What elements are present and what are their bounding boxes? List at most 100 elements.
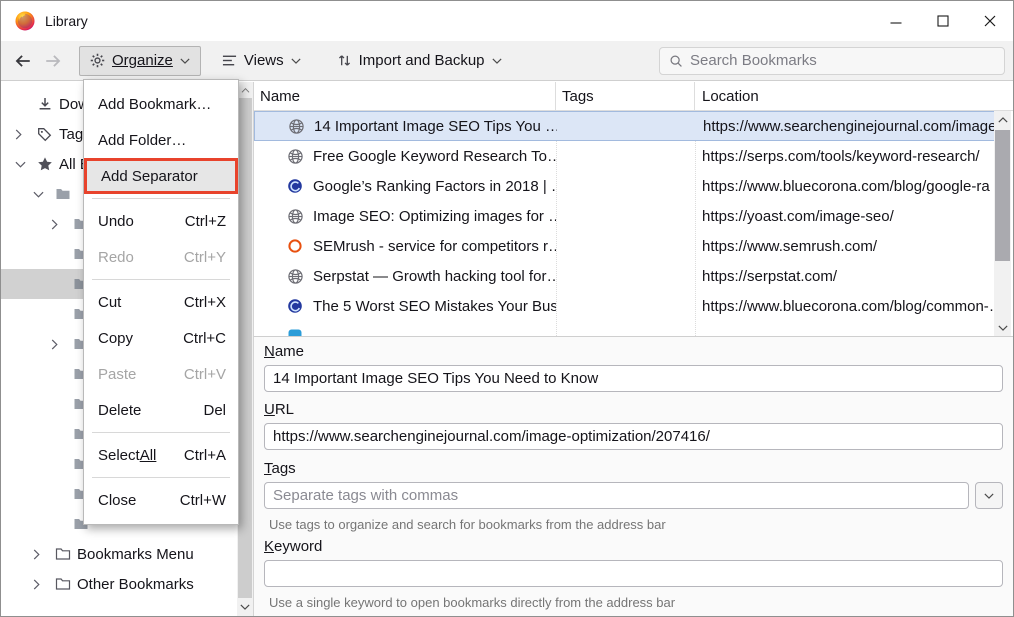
shortcut-label: Ctrl+X [174, 294, 226, 311]
globe-icon [288, 118, 305, 135]
close-button[interactable] [966, 1, 1013, 41]
chevron-right-icon[interactable] [51, 339, 73, 350]
star-icon [37, 156, 59, 172]
titlebar: Library [1, 1, 1013, 41]
toolbar: Organize Views Import and Backup [1, 41, 1013, 81]
sidebar-scrollbar[interactable] [237, 82, 253, 616]
bookmark-location: https://serps.com/tools/keyword-research… [695, 148, 995, 165]
bookmark-row[interactable] [254, 321, 995, 336]
views-button-label: Views [244, 52, 284, 69]
column-header-tags[interactable]: Tags [556, 82, 695, 110]
name-field-label: Name [264, 343, 1003, 361]
bookmark-name: Serpstat — Growth hacking tool for… [313, 268, 556, 285]
firefox-logo-icon [14, 10, 36, 32]
bookmark-name: SEMrush - service for competitors r… [313, 238, 556, 255]
bookmark-name: Google’s Ranking Factors in 2018 | … [313, 178, 556, 195]
name-field[interactable] [264, 365, 1003, 392]
bookmark-row[interactable]: Serpstat — Growth hacking tool for… http… [254, 261, 995, 291]
menu-item-cut[interactable]: CutCtrl+X [84, 284, 238, 320]
chevron-down-icon [492, 58, 502, 64]
sidebar-item-other-bookmarks[interactable]: Other Bookmarks [1, 569, 237, 599]
list-header: Name Tags Location [254, 82, 1014, 111]
keyword-help-text: Use a single keyword to open bookmarks d… [269, 595, 1003, 610]
minimize-icon [890, 15, 902, 27]
bookmark-row[interactable]: The 5 Worst SEO Mistakes Your Bus… https… [254, 291, 995, 321]
menu-item-add-separator[interactable]: Add Separator [84, 158, 238, 194]
column-header-name[interactable]: Name [254, 82, 556, 110]
organize-button[interactable]: Organize [79, 46, 201, 76]
bookmark-row[interactable]: Google’s Ranking Factors in 2018 | … htt… [254, 171, 995, 201]
bookmark-rows: 14 Important Image SEO Tips You … https:… [254, 111, 995, 336]
chevron-right-icon[interactable] [33, 579, 55, 590]
shortcut-label: Ctrl+Z [175, 213, 226, 230]
url-field[interactable] [264, 423, 1003, 450]
tags-help-text: Use tags to organize and search for book… [269, 517, 1003, 532]
bookmark-name: 14 Important Image SEO Tips You … [314, 118, 557, 135]
sidebar-item-bookmarks-menu[interactable]: Bookmarks Menu [1, 539, 237, 569]
column-header-location[interactable]: Location [695, 82, 1014, 110]
menu-separator [92, 477, 230, 478]
shortcut-label: Del [193, 402, 226, 419]
search-input[interactable] [690, 52, 995, 69]
bookmark-row[interactable]: Image SEO: Optimizing images for … https… [254, 201, 995, 231]
menu-item-close[interactable]: CloseCtrl+W [84, 482, 238, 518]
organize-menu: Add Bookmark… Add Folder… Add Separator … [83, 79, 239, 525]
scroll-down-button[interactable] [237, 598, 253, 615]
search-icon [669, 54, 683, 68]
scrollbar-thumb[interactable] [995, 130, 1010, 261]
tags-dropdown-button[interactable] [975, 482, 1003, 509]
back-button[interactable] [11, 49, 35, 73]
bookmark-location: https://www.bluecorona.com/blog/common-… [695, 298, 995, 315]
folder-icon [55, 576, 77, 592]
scrollbar-thumb[interactable] [238, 98, 252, 598]
scroll-up-button[interactable] [994, 111, 1011, 128]
menu-separator [92, 198, 230, 199]
bookmark-name: The 5 Worst SEO Mistakes Your Bus… [313, 298, 556, 315]
import-and-backup-button[interactable]: Import and Backup [326, 46, 513, 76]
search-box [659, 47, 1005, 75]
folder-icon [55, 186, 77, 202]
tags-field[interactable] [264, 482, 969, 509]
menu-item-add-folder[interactable]: Add Folder… [84, 122, 238, 158]
forward-arrow-icon [44, 52, 62, 70]
list-scrollbar[interactable] [994, 111, 1011, 336]
scroll-up-button[interactable] [237, 82, 253, 98]
import-and-backup-label: Import and Backup [359, 52, 485, 69]
bookmark-location: https://www.bluecorona.com/blog/google-r… [695, 178, 995, 195]
import-export-icon [337, 53, 352, 68]
bookmark-row[interactable]: 14 Important Image SEO Tips You … https:… [254, 111, 995, 141]
window-controls [872, 1, 1013, 41]
menu-item-undo[interactable]: UndoCtrl+Z [84, 203, 238, 239]
bookmark-location: https://serpstat.com/ [695, 268, 995, 285]
chevron-down-icon[interactable] [15, 161, 37, 168]
download-icon [37, 96, 59, 112]
views-button[interactable]: Views [211, 46, 312, 76]
keyword-field-label: Keyword [264, 538, 1003, 556]
menu-item-add-bookmark[interactable]: Add Bookmark… [84, 86, 238, 122]
menu-item-delete[interactable]: DeleteDel [84, 392, 238, 428]
shortcut-label: Ctrl+C [173, 330, 226, 347]
sidebar-item-label: Bookmarks Menu [77, 546, 194, 563]
orange-ring-favicon [287, 238, 304, 255]
keyword-field[interactable] [264, 560, 1003, 587]
chevron-right-icon[interactable] [51, 219, 73, 230]
menu-item-redo[interactable]: RedoCtrl+Y [84, 239, 238, 275]
bookmark-row[interactable]: SEMrush - service for competitors r… htt… [254, 231, 995, 261]
shortcut-label: Ctrl+Y [174, 249, 226, 266]
scroll-down-button[interactable] [994, 319, 1011, 336]
menu-item-select-all[interactable]: Select AllCtrl+A [84, 437, 238, 473]
menu-item-copy[interactable]: CopyCtrl+C [84, 320, 238, 356]
menu-item-paste[interactable]: PasteCtrl+V [84, 356, 238, 392]
minimize-button[interactable] [872, 1, 919, 41]
gear-icon [90, 53, 105, 68]
close-icon [984, 15, 996, 27]
chevron-right-icon[interactable] [33, 549, 55, 560]
maximize-button[interactable] [919, 1, 966, 41]
chevron-right-icon[interactable] [15, 129, 37, 140]
forward-button[interactable] [41, 49, 65, 73]
bookmark-row[interactable]: Free Google Keyword Research To… https:/… [254, 141, 995, 171]
maximize-icon [937, 15, 949, 27]
teal-favicon [287, 328, 304, 337]
chevron-down-icon[interactable] [33, 191, 55, 198]
bookmark-name: Free Google Keyword Research To… [313, 148, 556, 165]
